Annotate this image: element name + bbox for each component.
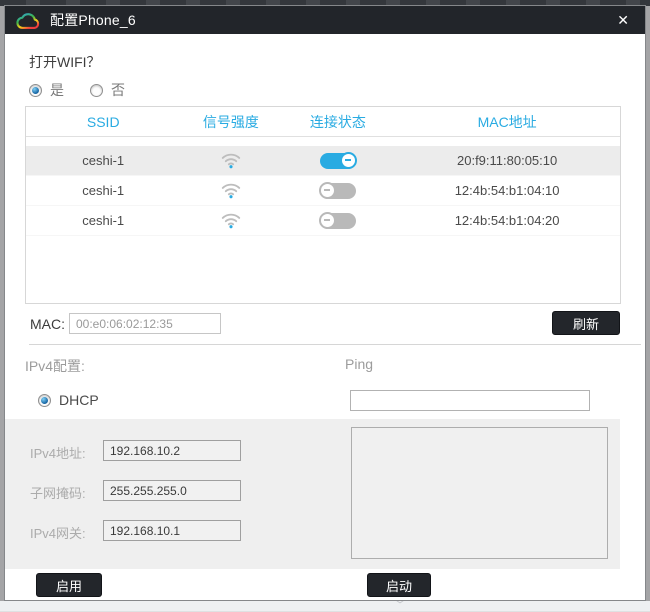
table-row[interactable]: ceshi-1 20:f9:11:80:05:10 bbox=[26, 146, 620, 176]
header-ssid: SSID bbox=[86, 113, 120, 130]
signal-cell bbox=[180, 152, 281, 169]
start-button[interactable]: 启动 bbox=[367, 573, 431, 597]
dhcp-radio-row: DHCP bbox=[38, 392, 99, 408]
table-header-row: SSID 信号强度 连接状态 MAC地址 bbox=[26, 107, 620, 137]
background-right-sliver bbox=[646, 6, 650, 602]
toggle-knob-icon bbox=[339, 151, 357, 169]
header-status: 连接状态 bbox=[309, 113, 366, 130]
ipv4-section-label: IPv4配置: bbox=[25, 358, 85, 374]
config-dialog: 配置Phone_6 ✕ 打开WIFI？ 是 否 SSID 信号强度 连接状态 M… bbox=[4, 5, 646, 601]
ipv4-address-input[interactable] bbox=[103, 440, 241, 461]
ssid-cell: ceshi-1 bbox=[82, 153, 125, 168]
ssid-cell: ceshi-1 bbox=[82, 213, 125, 228]
title-bar[interactable]: 配置Phone_6 ✕ bbox=[5, 6, 645, 34]
mac-cell: 12:4b:54:b1:04:10 bbox=[454, 183, 560, 198]
mac-cell: 12:4b:54:b1:04:20 bbox=[454, 213, 560, 228]
table-spacer bbox=[26, 137, 620, 146]
connection-toggle[interactable] bbox=[319, 151, 357, 169]
background-bottom-sliver bbox=[0, 601, 650, 611]
mac-label: MAC: bbox=[30, 316, 65, 332]
wifi-signal-icon bbox=[221, 183, 241, 199]
signal-cell bbox=[180, 212, 281, 229]
status-cell bbox=[281, 151, 394, 169]
wifi-question-label: 打开WIFI？ bbox=[29, 54, 101, 70]
header-signal: 信号强度 bbox=[202, 113, 259, 130]
subnet-mask-label: 子网掩码: bbox=[30, 486, 86, 501]
mac-cell: 20:f9:11:80:05:10 bbox=[457, 153, 558, 168]
ipv4-gateway-input[interactable] bbox=[103, 520, 241, 541]
toggle-knob-icon bbox=[318, 211, 336, 229]
close-icon[interactable]: ✕ bbox=[613, 10, 633, 31]
status-cell bbox=[281, 211, 394, 229]
dialog-title: 配置Phone_6 bbox=[50, 12, 136, 28]
table-row[interactable]: ceshi-1 12: bbox=[26, 176, 620, 206]
enable-button[interactable]: 启用 bbox=[36, 573, 102, 597]
wifi-network-table: SSID 信号强度 连接状态 MAC地址 ceshi-1 20:f9:11:80… bbox=[25, 106, 621, 304]
ipv4-fields-panel: IPv4地址: 子网掩码: IPv4网关: bbox=[5, 419, 620, 569]
connection-toggle[interactable] bbox=[318, 181, 356, 199]
chevron-down-icon: ﹀ bbox=[393, 598, 406, 612]
ssid-cell: ceshi-1 bbox=[82, 183, 125, 198]
dialog-body: 打开WIFI？ 是 否 SSID 信号强度 连接状态 MAC地址 ceshi-1 bbox=[5, 34, 645, 600]
wifi-radio-group: 是 否 bbox=[29, 80, 143, 100]
radio-no-label: 否 bbox=[111, 82, 125, 98]
ping-section-label: Ping bbox=[345, 356, 374, 372]
table-body: ceshi-1 20:f9:11:80:05:10 ceshi-1 12:4b:… bbox=[26, 146, 620, 236]
ipv4-address-label: IPv4地址: bbox=[30, 446, 86, 461]
ping-input[interactable] bbox=[350, 390, 590, 411]
toggle-knob-icon bbox=[318, 181, 336, 199]
refresh-button[interactable]: 刷新 bbox=[552, 311, 620, 335]
header-mac: MAC地址 bbox=[477, 113, 537, 130]
radio-yes-label: 是 bbox=[50, 82, 64, 98]
section-divider bbox=[29, 344, 641, 345]
mac-input[interactable] bbox=[69, 313, 221, 334]
wifi-signal-icon bbox=[221, 153, 241, 169]
table-row[interactable]: ceshi-1 12: bbox=[26, 206, 620, 236]
status-cell bbox=[281, 181, 394, 199]
cloud-logo-icon bbox=[16, 12, 40, 29]
subnet-mask-input[interactable] bbox=[103, 480, 241, 501]
signal-cell bbox=[180, 182, 281, 199]
ipv4-gateway-label: IPv4网关: bbox=[30, 526, 86, 541]
dhcp-label: DHCP bbox=[59, 392, 99, 408]
radio-yes[interactable] bbox=[29, 83, 42, 97]
radio-dhcp[interactable] bbox=[38, 393, 51, 407]
ping-output-box[interactable] bbox=[351, 427, 608, 559]
connection-toggle[interactable] bbox=[318, 211, 356, 229]
radio-no[interactable] bbox=[90, 83, 103, 97]
wifi-signal-icon bbox=[221, 213, 241, 229]
